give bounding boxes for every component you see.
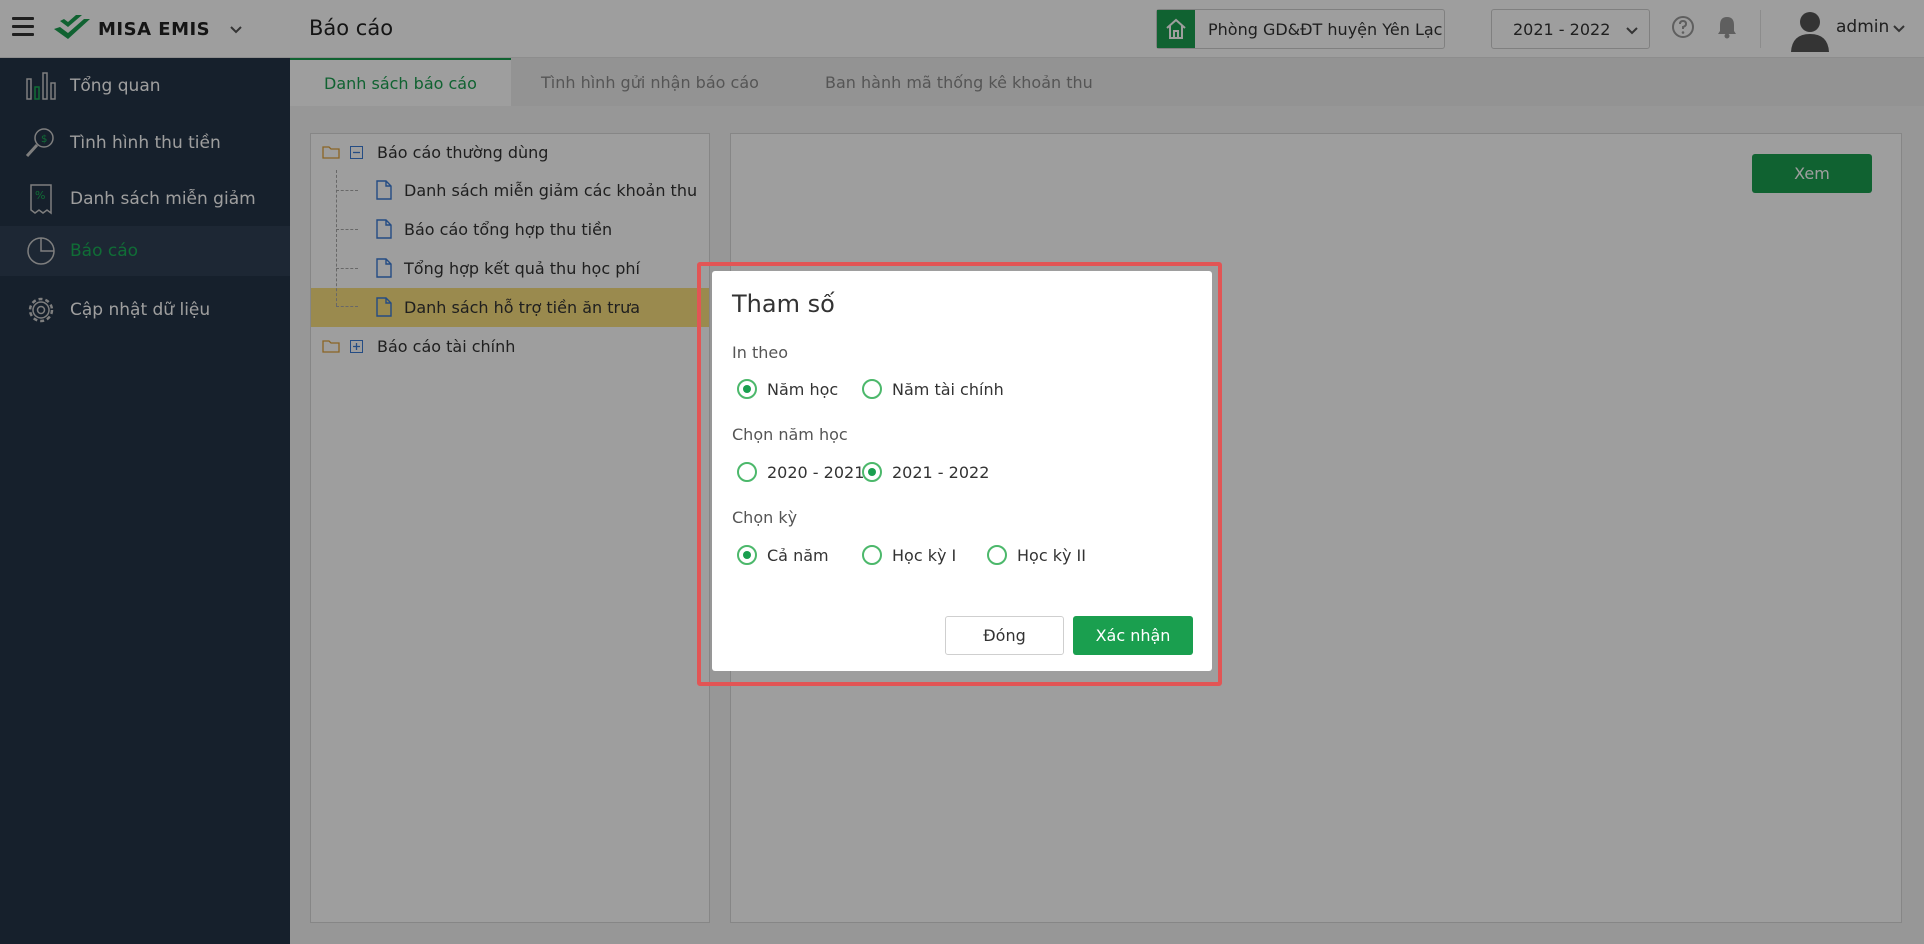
radio-unchecked-icon <box>987 545 1007 565</box>
close-button[interactable]: Đóng <box>945 616 1064 655</box>
radio-label: 2020 - 2021 <box>767 462 865 482</box>
radio-label: Học kỳ II <box>1017 545 1086 565</box>
radio-semester-1[interactable]: Học kỳ I <box>862 545 956 565</box>
radio-checked-icon <box>862 462 882 482</box>
dialog-title: Tham số <box>732 290 835 318</box>
radio-label: Học kỳ I <box>892 545 957 565</box>
radio-school-year[interactable]: Năm học <box>737 379 838 399</box>
radio-unchecked-icon <box>862 379 882 399</box>
choose-year-label: Chọn năm học <box>732 425 848 444</box>
radio-label: Cả năm <box>767 545 829 565</box>
radio-fiscal-year[interactable]: Năm tài chính <box>862 379 1004 399</box>
radio-year-2020-2021[interactable]: 2020 - 2021 <box>737 462 864 482</box>
radio-unchecked-icon <box>862 545 882 565</box>
radio-semester-2[interactable]: Học kỳ II <box>987 545 1086 565</box>
radio-label: Năm học <box>767 379 839 399</box>
radio-label: Năm tài chính <box>892 379 1004 399</box>
print-by-label: In theo <box>732 343 788 362</box>
radio-label: 2021 - 2022 <box>892 462 990 482</box>
radio-checked-icon <box>737 379 757 399</box>
radio-checked-icon <box>737 545 757 565</box>
radio-year-2021-2022[interactable]: 2021 - 2022 <box>862 462 989 482</box>
radio-unchecked-icon <box>737 462 757 482</box>
confirm-button[interactable]: Xác nhận <box>1073 616 1193 655</box>
radio-full-year[interactable]: Cả năm <box>737 545 829 565</box>
choose-period-label: Chọn kỳ <box>732 508 798 527</box>
